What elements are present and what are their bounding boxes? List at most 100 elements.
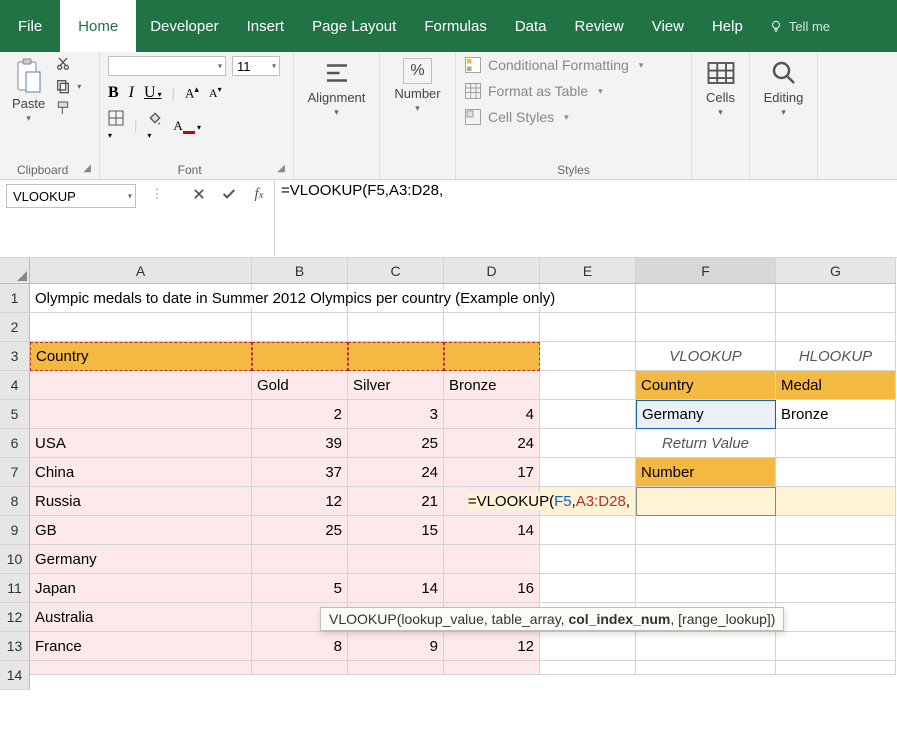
cell-a4[interactable] [30,371,252,400]
cell-f5[interactable]: Germany [636,400,776,429]
cell-g7[interactable] [776,458,896,487]
cell-d6[interactable]: 24 [444,429,540,458]
italic-button[interactable]: I [129,84,134,102]
row-header-2[interactable]: 2 [0,313,30,342]
bold-button[interactable]: B [108,84,119,102]
cell-b10[interactable] [252,545,348,574]
cell-b5[interactable]: 2 [252,400,348,429]
tab-data[interactable]: Data [501,0,561,52]
cell-g10[interactable] [776,545,896,574]
cell-b14[interactable] [252,661,348,675]
col-header-f[interactable]: F [636,258,776,284]
col-header-d[interactable]: D [444,258,540,284]
shrink-font-button[interactable]: A▾ [209,85,222,101]
cell-f8[interactable] [636,487,776,516]
tab-page-layout[interactable]: Page Layout [298,0,410,52]
cell-styles-button[interactable]: Cell Styles▾ [464,108,643,126]
alignment-button[interactable]: Alignment▾ [304,56,370,120]
cell-a9[interactable]: GB [30,516,252,545]
enter-button[interactable] [214,180,244,208]
cell-d4[interactable]: Bronze [444,371,540,400]
cell-f7[interactable]: Number [636,458,776,487]
cell-c10[interactable] [348,545,444,574]
cell-g14[interactable] [776,661,896,675]
cell-g9[interactable] [776,516,896,545]
cell-e9[interactable] [540,516,636,545]
cell-a3[interactable]: Country [30,342,252,371]
cell-g2[interactable] [776,313,896,342]
cell-e6[interactable] [540,429,636,458]
formula-input[interactable]: =VLOOKUP(F5,A3:D28, [274,180,897,258]
tab-insert[interactable]: Insert [233,0,299,52]
row-header-8[interactable]: 8 [0,487,30,516]
cell-a10[interactable]: Germany [30,545,252,574]
cell-e7[interactable] [540,458,636,487]
borders-button[interactable]: ▾ [108,110,124,141]
font-color-button[interactable]: A ▾ [173,118,201,134]
cell-g11[interactable] [776,574,896,603]
cell-f13[interactable] [636,632,776,661]
tab-file[interactable]: File [0,0,60,52]
fill-color-button[interactable]: ▾ [147,110,163,141]
cancel-button[interactable] [184,180,214,208]
row-header-13[interactable]: 13 [0,632,30,661]
cell-f2[interactable] [636,313,776,342]
cell-c13[interactable]: 9 [348,632,444,661]
clipboard-dialog-icon[interactable]: ◢ [83,163,91,174]
cell-b8[interactable]: 12 [252,487,348,516]
col-header-a[interactable]: A [30,258,252,284]
cell-b7[interactable]: 37 [252,458,348,487]
cell-f4[interactable]: Country [636,371,776,400]
cell-d3[interactable] [444,342,540,371]
cell-f6[interactable]: Return Value [636,429,776,458]
paste-button[interactable]: Paste ▾ [8,56,49,126]
row-header-9[interactable]: 9 [0,516,30,545]
cell-c4[interactable]: Silver [348,371,444,400]
underline-button[interactable]: U ▾ [144,84,162,102]
cell-c14[interactable] [348,661,444,675]
cell-e10[interactable] [540,545,636,574]
conditional-formatting-button[interactable]: Conditional Formatting▾ [464,56,643,74]
cell-f14[interactable] [636,661,776,675]
tell-me[interactable]: Tell me [757,0,842,52]
row-header-4[interactable]: 4 [0,371,30,400]
cell-d13[interactable]: 12 [444,632,540,661]
cell-c9[interactable]: 15 [348,516,444,545]
cell-e4[interactable] [540,371,636,400]
cell-e11[interactable] [540,574,636,603]
cell-b9[interactable]: 25 [252,516,348,545]
tab-developer[interactable]: Developer [136,0,232,52]
tab-home[interactable]: Home [60,0,136,52]
cell-g12[interactable] [776,603,896,632]
format-as-table-button[interactable]: Format as Table▾ [464,82,643,100]
row-header-7[interactable]: 7 [0,458,30,487]
cell-g8[interactable] [776,487,896,516]
fx-button[interactable]: fx [244,180,274,208]
editing-button[interactable]: Editing▾ [760,56,808,120]
cell-a13[interactable]: France [30,632,252,661]
cell-b13[interactable]: 8 [252,632,348,661]
font-dialog-icon[interactable]: ◢ [277,163,285,174]
cell-a5[interactable] [30,400,252,429]
cell-b11[interactable]: 5 [252,574,348,603]
row-header-1[interactable]: 1 [0,284,30,313]
row-header-14[interactable]: 14 [0,661,30,690]
number-button[interactable]: % Number▾ [390,56,444,116]
col-header-g[interactable]: G [776,258,896,284]
tab-review[interactable]: Review [561,0,638,52]
name-box[interactable]: VLOOKUP▾ [6,184,136,208]
cell-c7[interactable]: 24 [348,458,444,487]
cell-d9[interactable]: 14 [444,516,540,545]
cell-e13[interactable] [540,632,636,661]
cell-e2[interactable] [540,313,636,342]
cell-d2[interactable] [444,313,540,342]
copy-button[interactable]: ▾ [55,78,81,94]
format-painter-icon[interactable] [55,100,71,116]
cell-a8[interactable]: Russia [30,487,252,516]
cell-d10[interactable] [444,545,540,574]
cell-f3[interactable]: VLOOKUP [636,342,776,371]
tab-formulas[interactable]: Formulas [410,0,501,52]
cell-c8[interactable]: 21 [348,487,444,516]
cell-b4[interactable]: Gold [252,371,348,400]
cell-d7[interactable]: 17 [444,458,540,487]
